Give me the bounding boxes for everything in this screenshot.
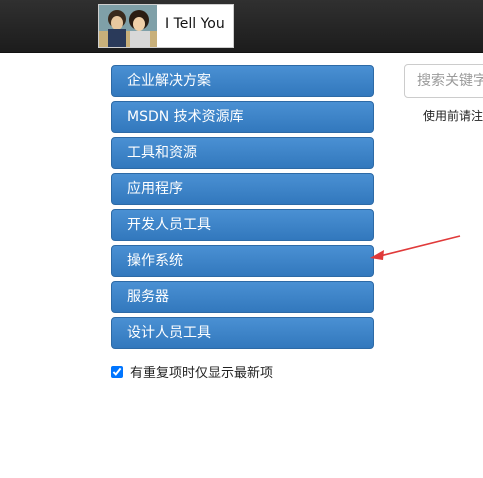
usage-notice: 使用前请注 — [423, 109, 483, 123]
logo-image — [99, 5, 157, 47]
arrow-icon — [370, 235, 461, 260]
category-menu: 企业解决方案 MSDN 技术资源库 工具和资源 应用程序 开发人员工具 操作系统… — [111, 65, 374, 353]
top-bar: I Tell You — [0, 0, 483, 53]
menu-item-operating-systems[interactable]: 操作系统 — [111, 245, 374, 277]
dedupe-checkbox[interactable] — [111, 365, 123, 378]
menu-item-applications[interactable]: 应用程序 — [111, 173, 374, 205]
site-logo[interactable]: I Tell You — [98, 4, 234, 48]
dedupe-option[interactable]: 有重复项时仅显示最新项 — [111, 362, 273, 381]
menu-item-tools-resources[interactable]: 工具和资源 — [111, 137, 374, 169]
menu-item-designer-tools[interactable]: 设计人员工具 — [111, 317, 374, 349]
menu-item-enterprise-solutions[interactable]: 企业解决方案 — [111, 65, 374, 97]
search-input[interactable] — [404, 64, 483, 98]
menu-item-msdn-library[interactable]: MSDN 技术资源库 — [111, 101, 374, 133]
dedupe-label: 有重复项时仅显示最新项 — [130, 366, 274, 381]
logo-text: I Tell You — [165, 16, 225, 32]
menu-item-developer-tools[interactable]: 开发人员工具 — [111, 209, 374, 241]
menu-item-servers[interactable]: 服务器 — [111, 281, 374, 313]
